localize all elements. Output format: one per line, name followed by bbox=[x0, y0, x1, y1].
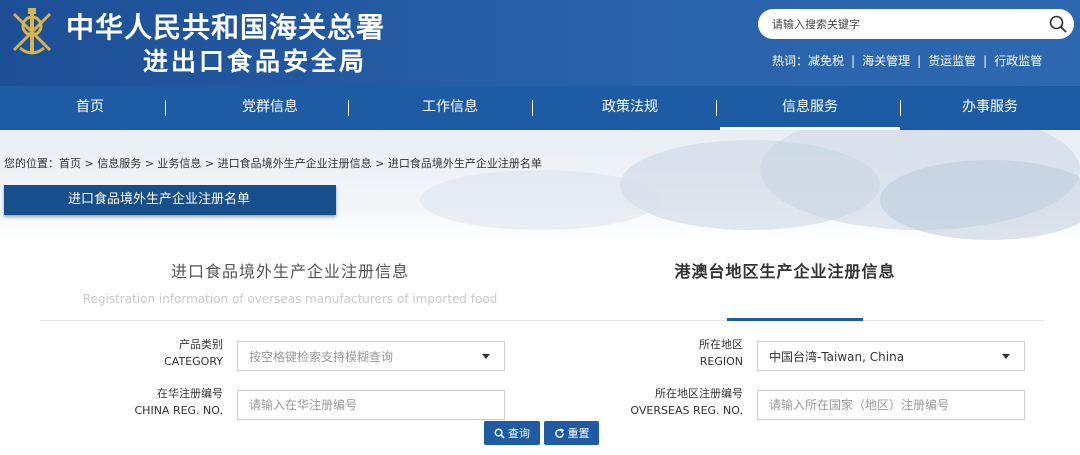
divider: | bbox=[917, 53, 922, 68]
divider: | bbox=[983, 53, 988, 68]
hot-word-link[interactable]: 海关管理 bbox=[862, 52, 910, 69]
cloud-decoration bbox=[420, 170, 660, 230]
china-reg-input[interactable] bbox=[237, 390, 505, 420]
search-icon bbox=[494, 428, 505, 439]
query-button-label: 查询 bbox=[508, 427, 530, 440]
site-header: 中华人民共和国海关总署 进出口食品安全局 热词： 减免税 | 海关管理 | 货运… bbox=[0, 0, 1080, 86]
reset-button[interactable]: 重置 bbox=[544, 421, 599, 445]
site-subtitle: 进出口食品安全局 bbox=[143, 47, 368, 76]
query-button[interactable]: 查询 bbox=[484, 421, 540, 445]
region-select[interactable]: 中国台湾-Taiwan, China bbox=[757, 341, 1025, 371]
nav-divider bbox=[165, 100, 166, 116]
chevron-down-icon bbox=[1002, 354, 1010, 359]
hot-words-label: 热词： bbox=[772, 54, 809, 68]
tab-overseas-registration[interactable]: 进口食品境外生产企业注册信息 Registration information … bbox=[40, 258, 540, 306]
nav-item-home[interactable]: 首页 bbox=[0, 86, 180, 130]
hot-word-link[interactable]: 行政监管 bbox=[994, 52, 1042, 69]
nav-item-info-service[interactable]: 信息服务 bbox=[720, 86, 900, 130]
search-icon[interactable] bbox=[1048, 14, 1068, 34]
chevron-down-icon bbox=[482, 354, 490, 359]
category-placeholder: 按空格键检索支持模糊查询 bbox=[249, 349, 394, 364]
divider: | bbox=[851, 53, 856, 68]
category-label: 产品类别 CATEGORY bbox=[164, 338, 223, 368]
tab-divider bbox=[40, 320, 1044, 321]
breadcrumb: 您的位置：首页 > 信息服务 > 业务信息 > 进口食品境外生产企业注册信息 >… bbox=[4, 157, 542, 170]
region-label: 所在地区 REGION bbox=[699, 338, 743, 368]
main-nav: 首页 党群信息 工作信息 政策法规 信息服务 办事服务 bbox=[0, 86, 1080, 130]
hot-words: 热词： 减免税 | 海关管理 | 货运监管 | 行政监管 bbox=[772, 52, 1042, 69]
region-value: 中国台湾-Taiwan, China bbox=[769, 349, 905, 364]
nav-divider bbox=[532, 100, 533, 116]
nav-divider bbox=[900, 100, 901, 116]
overseas-reg-label: 所在地区注册编号 OVERSEAS REG. NO. bbox=[630, 387, 743, 417]
tab-title-zh: 进口食品境外生产企业注册信息 bbox=[170, 262, 409, 281]
site-title: 中华人民共和国海关总署 bbox=[66, 11, 386, 44]
search-input[interactable] bbox=[772, 9, 1032, 39]
nav-divider bbox=[348, 100, 349, 116]
section-title: 进口食品境外生产企业注册名单 bbox=[4, 185, 336, 215]
customs-emblem-icon[interactable] bbox=[4, 6, 60, 58]
tab-active-indicator bbox=[727, 318, 863, 321]
refresh-icon bbox=[554, 427, 564, 438]
nav-item-party[interactable]: 党群信息 bbox=[180, 86, 360, 130]
nav-item-affairs[interactable]: 办事服务 bbox=[900, 86, 1080, 130]
hot-word-link[interactable]: 货运监管 bbox=[928, 52, 976, 69]
tab-title-en: Registration information of overseas man… bbox=[82, 292, 498, 306]
nav-divider bbox=[716, 100, 717, 116]
hot-word-link[interactable]: 减免税 bbox=[808, 52, 844, 69]
china-reg-label: 在华注册编号 CHINA REG. NO. bbox=[134, 387, 224, 417]
reset-button-label: 重置 bbox=[567, 427, 590, 440]
search-box bbox=[758, 9, 1074, 39]
category-select[interactable]: 按空格键检索支持模糊查询 bbox=[237, 341, 505, 371]
overseas-reg-input[interactable] bbox=[757, 390, 1025, 420]
tab-hk-macao-taiwan[interactable]: 港澳台地区生产企业注册信息 bbox=[600, 258, 970, 282]
nav-item-policy[interactable]: 政策法规 bbox=[540, 86, 720, 130]
nav-item-work[interactable]: 工作信息 bbox=[360, 86, 540, 130]
